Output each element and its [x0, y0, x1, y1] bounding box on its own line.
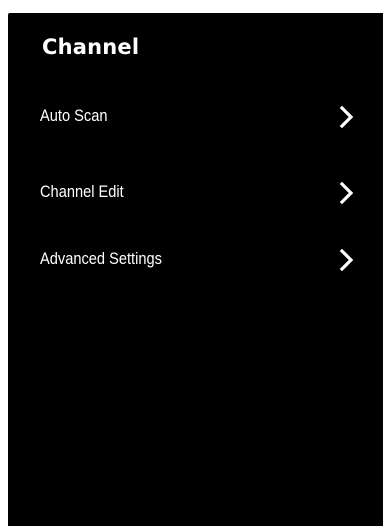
- chevron-right-icon: [339, 248, 354, 272]
- menu-item-advanced-settings[interactable]: Advanced Settings: [8, 239, 383, 283]
- menu-title: Channel: [42, 35, 140, 59]
- channel-menu-panel: Channel Auto Scan Channel Edit Advanced …: [8, 13, 383, 526]
- chevron-right-icon: [339, 105, 354, 129]
- menu-item-channel-edit[interactable]: Channel Edit: [8, 172, 383, 216]
- menu-item-label: Advanced Settings: [40, 249, 162, 268]
- menu-item-label: Channel Edit: [40, 182, 124, 201]
- chevron-right-icon: [339, 181, 354, 205]
- menu-item-label: Auto Scan: [40, 106, 108, 125]
- menu-item-auto-scan[interactable]: Auto Scan: [8, 96, 383, 140]
